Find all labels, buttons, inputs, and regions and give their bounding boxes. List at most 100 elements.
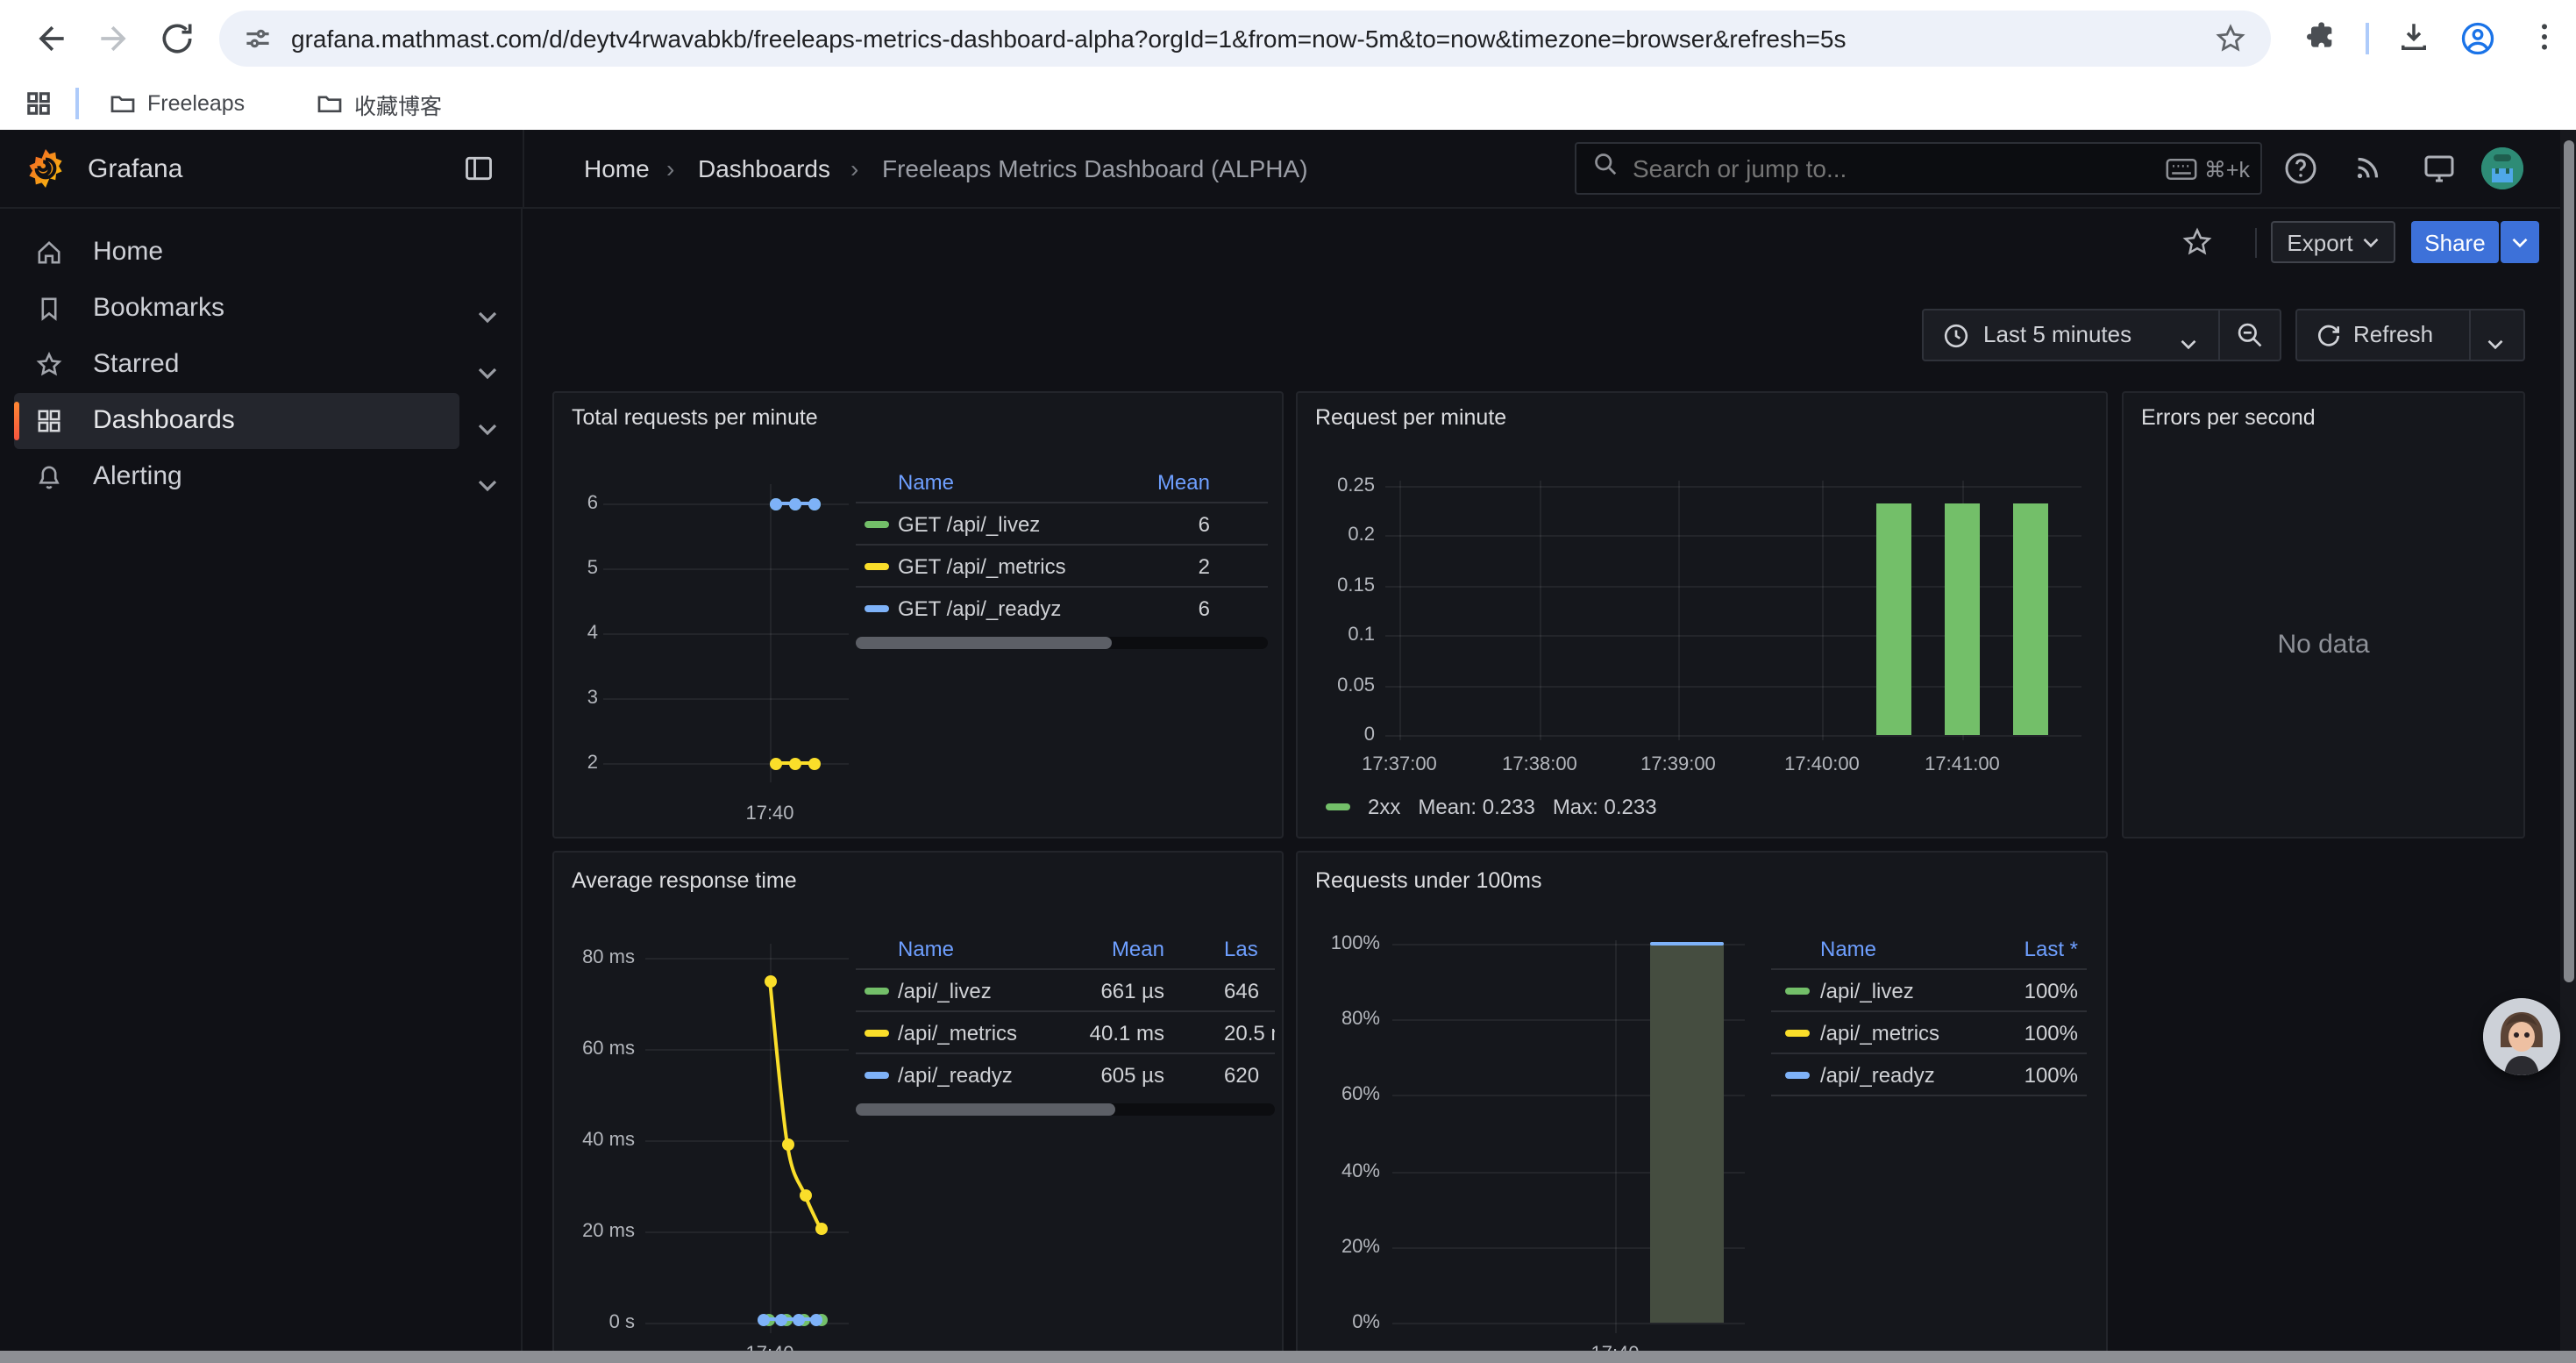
legend-col-last[interactable]: Las (1224, 937, 1258, 961)
sidebar-item-bookmarks[interactable]: Bookmarks (0, 281, 523, 337)
user-avatar[interactable] (2481, 147, 2523, 189)
folder-icon (109, 89, 137, 118)
no-data-message: No data (2124, 630, 2523, 660)
legend-row[interactable]: GET /api/_livez 6 (856, 502, 1268, 544)
apps-grid-icon[interactable] (25, 89, 53, 126)
grid-h (1385, 486, 2081, 488)
display-icon[interactable] (2422, 151, 2457, 186)
series-mean: 661 µs (1100, 978, 1164, 1003)
series-name[interactable]: /api/_metrics (1820, 1020, 1939, 1045)
sdot (769, 757, 781, 769)
chevron-down-icon[interactable] (477, 302, 498, 316)
panel-total-requests: Total requests per minute 6543217:40 Nam… (552, 391, 1284, 838)
chevron-down-icon (2362, 236, 2380, 248)
keyboard-icon (2166, 157, 2197, 180)
legend-row[interactable]: 2xx Mean: 0.233 Max: 0.233 (1326, 793, 1657, 821)
legend-table: Name Mean Las /api/_livez 661 µs 646 /ap… (856, 930, 1275, 1116)
series-name[interactable]: GET /api/_readyz (898, 596, 1061, 620)
legend-row[interactable]: /api/_readyz 100% (1771, 1053, 2087, 1095)
legend-col-name[interactable]: Name (898, 470, 954, 495)
sidebar-toggle-icon[interactable] (463, 153, 495, 193)
favorite-star-icon[interactable] (2181, 226, 2213, 258)
search-box[interactable]: ⌘+k (1575, 142, 2262, 195)
breadcrumb-dashboards[interactable]: Dashboards (698, 130, 830, 209)
series-name[interactable]: /api/_livez (898, 978, 992, 1003)
url-input[interactable] (291, 11, 2027, 67)
news-rss-icon[interactable] (2352, 151, 2387, 186)
series-name[interactable]: /api/_readyz (1820, 1062, 1935, 1087)
tick-y: 4 (552, 623, 598, 644)
legend-header: Name Mean (856, 463, 1268, 502)
address-bar[interactable] (219, 11, 2271, 67)
sdot (757, 1314, 769, 1326)
series-name[interactable]: 2xx (1368, 795, 1400, 819)
legend-scrollbar[interactable] (856, 1103, 1275, 1116)
legend-col-last[interactable]: Last * (2025, 937, 2078, 961)
series-name[interactable]: /api/_readyz (898, 1062, 1013, 1087)
menu-kebab-icon[interactable] (2527, 19, 2565, 58)
panel-title[interactable]: Errors per second (2141, 405, 2316, 430)
legend-row[interactable]: GET /api/_readyz 6 (856, 586, 1268, 628)
back-icon[interactable] (32, 19, 70, 58)
sidebar-item-dashboards[interactable]: Dashboards (0, 393, 523, 449)
search-icon (1592, 151, 1619, 186)
tick-y: 0 (1298, 724, 1375, 746)
sidebar-item-starred[interactable]: Starred (0, 337, 523, 393)
chevron-down-icon[interactable] (477, 414, 498, 428)
bookmark-star-icon[interactable] (2215, 23, 2246, 54)
sidebar-item-alerting[interactable]: Alerting (0, 449, 523, 505)
reload-icon[interactable] (158, 19, 196, 58)
chevron-down-icon[interactable] (477, 358, 498, 372)
bookmark-folder-blogs[interactable]: 收藏博客 (316, 84, 442, 123)
legend-row[interactable]: /api/_metrics 40.1 ms 20.5 m (856, 1010, 1275, 1053)
profile-icon[interactable] (2459, 19, 2497, 58)
download-icon[interactable] (2395, 19, 2434, 58)
legend-col-mean[interactable]: Mean (1112, 937, 1164, 961)
breadcrumb-home[interactable]: Home (584, 130, 650, 209)
legend-scrollbar[interactable] (856, 637, 1268, 649)
bookmarks-divider (75, 88, 78, 119)
chevron-down-icon[interactable] (477, 470, 498, 484)
legend-row[interactable]: GET /api/_metrics 2 (856, 544, 1268, 586)
tick-x: 17:38:00 (1469, 754, 1610, 775)
chart-request-per-minute[interactable]: 0.250.20.150.10.05017:37:0017:38:0017:39… (1298, 393, 2106, 837)
grid-h (603, 698, 849, 700)
bookmark-folder-freeleaps[interactable]: Freeleaps (109, 84, 245, 123)
sidebar-item-home[interactable]: Home (0, 225, 523, 281)
extensions-icon[interactable] (2302, 19, 2341, 58)
refresh-button[interactable]: Refresh (2295, 309, 2525, 361)
share-dropdown-button[interactable] (2501, 221, 2539, 263)
zoom-out-icon[interactable] (2236, 321, 2264, 354)
legend-col-mean[interactable]: Mean (1157, 470, 1210, 495)
forward-icon[interactable] (95, 19, 133, 58)
series-name[interactable]: GET /api/_metrics (898, 553, 1066, 578)
series-name[interactable]: /api/_metrics (898, 1020, 1017, 1045)
tick-y: 20 ms (558, 1221, 635, 1242)
tick-y: 2 (552, 753, 598, 774)
share-button[interactable]: Share (2411, 221, 2499, 263)
site-settings-icon[interactable] (242, 23, 274, 54)
refresh-interval-chevron-icon[interactable] (2487, 330, 2504, 356)
export-button[interactable]: Export (2271, 221, 2395, 263)
time-range-picker[interactable]: Last 5 minutes (1922, 309, 2281, 361)
series-name[interactable]: GET /api/_livez (898, 511, 1040, 536)
panel-request-per-minute: Request per minute 0.250.20.150.10.05017… (1296, 391, 2108, 838)
legend-row[interactable]: /api/_metrics 100% (1771, 1010, 2087, 1053)
legend-row[interactable]: /api/_livez 661 µs 646 (856, 968, 1275, 1010)
vertical-scrollbar-thumb[interactable] (2563, 140, 2573, 982)
legend-row[interactable]: /api/_livez 100% (1771, 968, 2087, 1010)
search-input[interactable] (1633, 154, 2166, 182)
legend-row[interactable]: /api/_readyz 605 µs 620 (856, 1053, 1275, 1095)
sbar (1945, 503, 1979, 735)
tick-y: 0 s (558, 1312, 635, 1333)
legend-col-name[interactable]: Name (898, 937, 954, 961)
series-name[interactable]: /api/_livez (1820, 978, 1914, 1003)
vertical-scrollbar[interactable] (2560, 130, 2576, 1351)
legend-col-name[interactable]: Name (1820, 937, 1876, 961)
horizontal-scrollbar[interactable] (0, 1351, 2576, 1363)
floating-assist-avatar[interactable] (2483, 998, 2560, 1075)
chevron-down-icon (2511, 236, 2529, 248)
help-icon[interactable] (2283, 151, 2318, 186)
panel-avg-response-time: Average response time 80 ms60 ms40 ms20 … (552, 851, 1284, 1363)
grafana-logo[interactable] (25, 147, 67, 198)
